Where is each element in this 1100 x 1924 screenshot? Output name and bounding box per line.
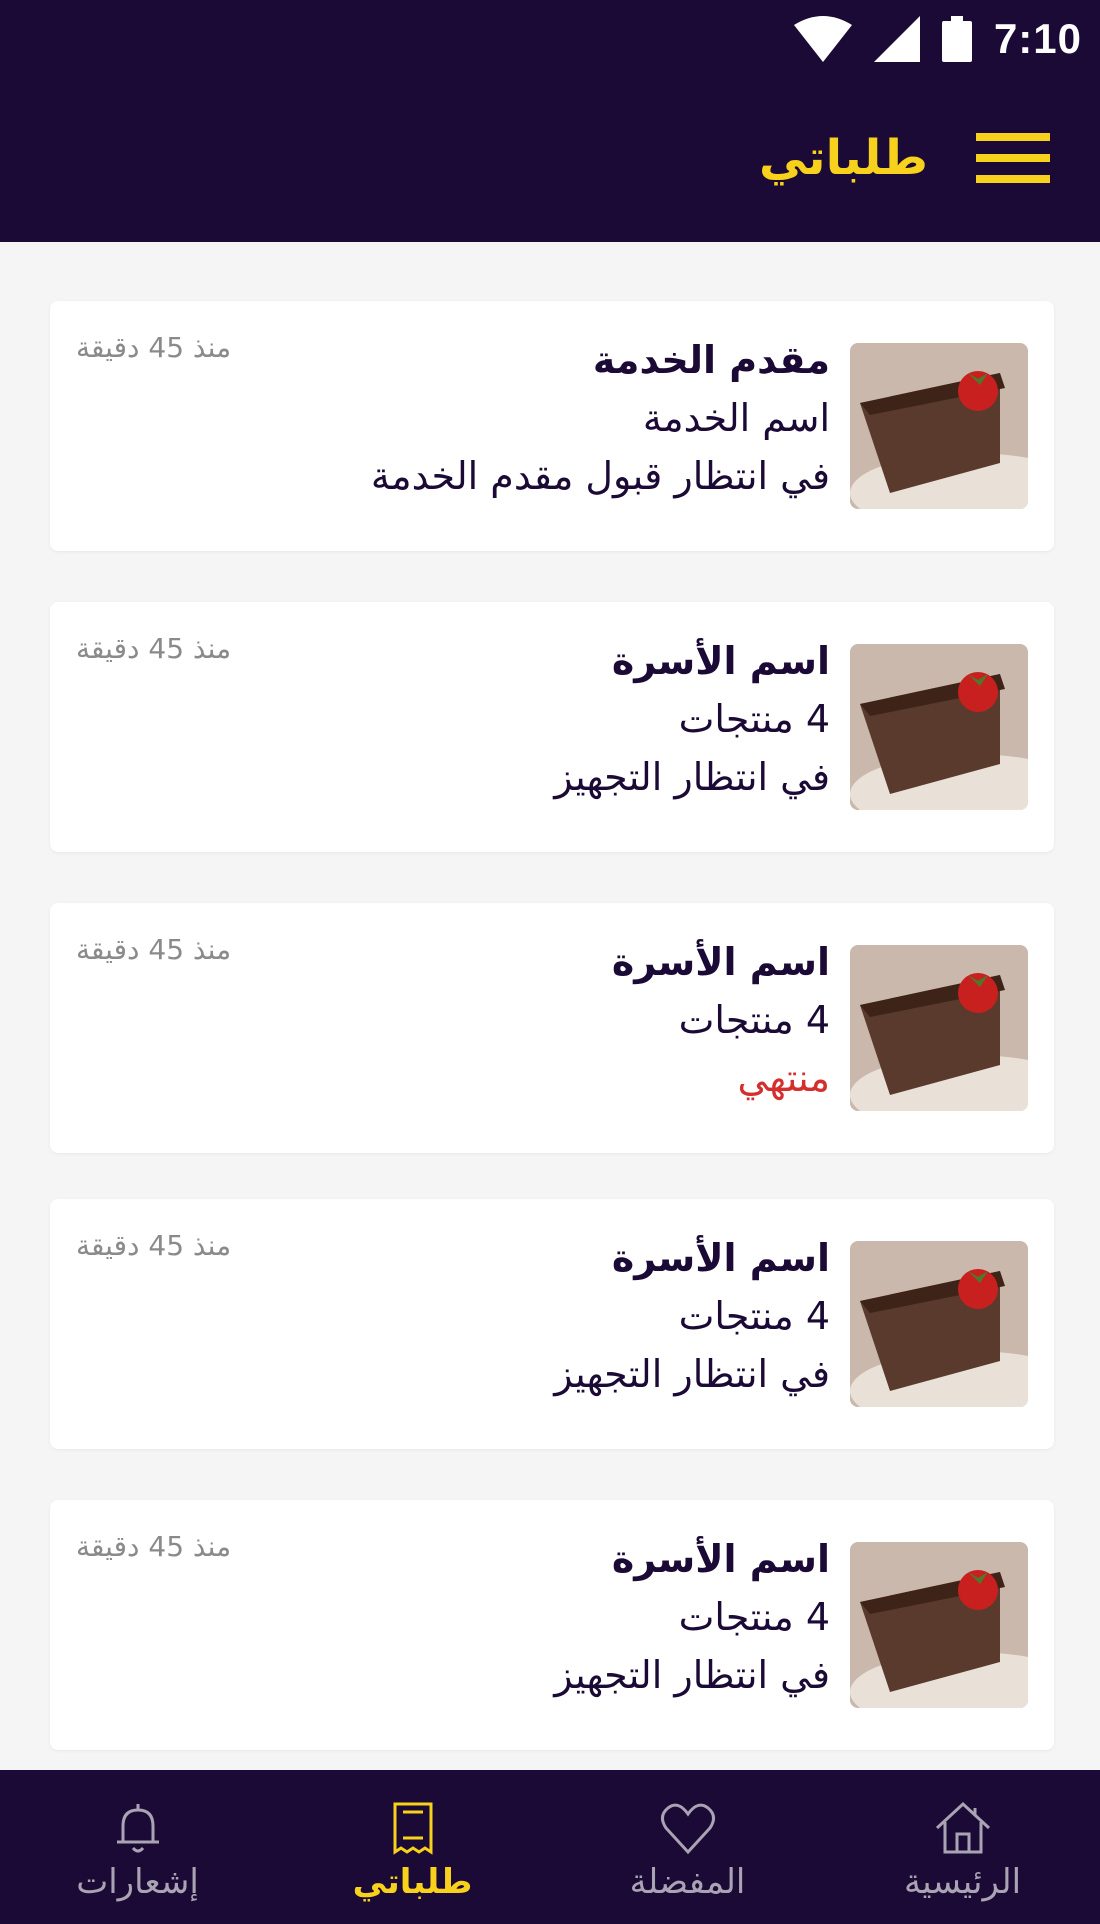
order-subtitle: 4 منتجات bbox=[678, 998, 830, 1042]
app-bar: 7:10 طلباتي bbox=[0, 0, 1100, 242]
order-image bbox=[850, 945, 1028, 1111]
order-image bbox=[850, 644, 1028, 810]
order-title: اسم الأسرة bbox=[611, 1537, 830, 1581]
order-card[interactable]: اسم الأسرة 4 منتجات منتهي منذ 45 دقيقة bbox=[50, 903, 1054, 1153]
order-image bbox=[850, 1542, 1028, 1708]
order-time: منذ 45 دقيقة bbox=[76, 331, 232, 364]
nav-item-favorites[interactable]: المفضلة bbox=[550, 1770, 825, 1924]
nav-item-orders[interactable]: طلباتي bbox=[275, 1770, 550, 1924]
receipt-icon bbox=[393, 1802, 432, 1855]
nav-item-notifications[interactable]: إشعارات bbox=[0, 1770, 275, 1924]
page-title: طلباتي bbox=[758, 130, 928, 186]
status-time: 7:10 bbox=[993, 15, 1082, 62]
nav-label: المفضلة bbox=[629, 1862, 746, 1902]
battery-icon bbox=[941, 16, 972, 62]
order-text: اسم الأسرة 4 منتجات في انتظار التجهيز bbox=[330, 1530, 830, 1704]
nav-label: طلباتي bbox=[352, 1862, 473, 1902]
order-text: مقدم الخدمة اسم الخدمة في انتظار قبول مق… bbox=[330, 331, 830, 505]
order-card[interactable]: مقدم الخدمة اسم الخدمة في انتظار قبول مق… bbox=[50, 301, 1054, 551]
order-card[interactable]: اسم الأسرة 4 منتجات في انتظار التجهيز من… bbox=[50, 602, 1054, 852]
order-status: في انتظار التجهيز bbox=[554, 1653, 830, 1697]
order-image bbox=[850, 343, 1028, 509]
order-status: في انتظار التجهيز bbox=[554, 1352, 830, 1396]
bottom-nav: إشعارات طلباتي المفضلة الرئيسية bbox=[0, 1770, 1100, 1924]
order-text: اسم الأسرة 4 منتجات في انتظار التجهيز bbox=[330, 1229, 830, 1403]
signal-icon bbox=[873, 16, 920, 62]
order-text: اسم الأسرة 4 منتجات في انتظار التجهيز bbox=[330, 632, 830, 806]
order-subtitle: اسم الخدمة bbox=[642, 396, 830, 440]
bell-icon bbox=[116, 1804, 159, 1853]
status-bar: 7:10 bbox=[793, 12, 1082, 66]
order-status: منتهي bbox=[737, 1056, 830, 1100]
order-subtitle: 4 منتجات bbox=[678, 1294, 830, 1338]
menu-icon[interactable] bbox=[976, 133, 1050, 183]
order-card[interactable]: اسم الأسرة 4 منتجات في انتظار التجهيز من… bbox=[50, 1500, 1054, 1750]
wifi-icon bbox=[793, 16, 852, 62]
order-title: اسم الأسرة bbox=[611, 940, 830, 984]
app-header: طلباتي bbox=[759, 130, 1050, 186]
order-subtitle: 4 منتجات bbox=[678, 1595, 830, 1639]
order-text: اسم الأسرة 4 منتجات منتهي bbox=[330, 933, 830, 1107]
order-status: في انتظار التجهيز bbox=[554, 755, 830, 799]
order-status: في انتظار قبول مقدم الخدمة bbox=[370, 454, 830, 498]
order-time: منذ 45 دقيقة bbox=[76, 1229, 232, 1262]
nav-label: إشعارات bbox=[76, 1862, 199, 1902]
order-subtitle: 4 منتجات bbox=[678, 697, 830, 741]
order-time: منذ 45 دقيقة bbox=[76, 1530, 232, 1563]
order-title: اسم الأسرة bbox=[611, 1236, 830, 1280]
heart-icon bbox=[660, 1803, 715, 1855]
home-icon bbox=[935, 1801, 990, 1854]
order-time: منذ 45 دقيقة bbox=[76, 632, 232, 665]
nav-item-home[interactable]: الرئيسية bbox=[825, 1770, 1100, 1924]
order-title: اسم الأسرة bbox=[611, 639, 830, 683]
order-image bbox=[850, 1241, 1028, 1407]
order-title: مقدم الخدمة bbox=[592, 338, 830, 382]
order-time: منذ 45 دقيقة bbox=[76, 933, 232, 966]
order-card[interactable]: اسم الأسرة 4 منتجات في انتظار التجهيز من… bbox=[50, 1199, 1054, 1449]
nav-label: الرئيسية bbox=[903, 1862, 1022, 1902]
